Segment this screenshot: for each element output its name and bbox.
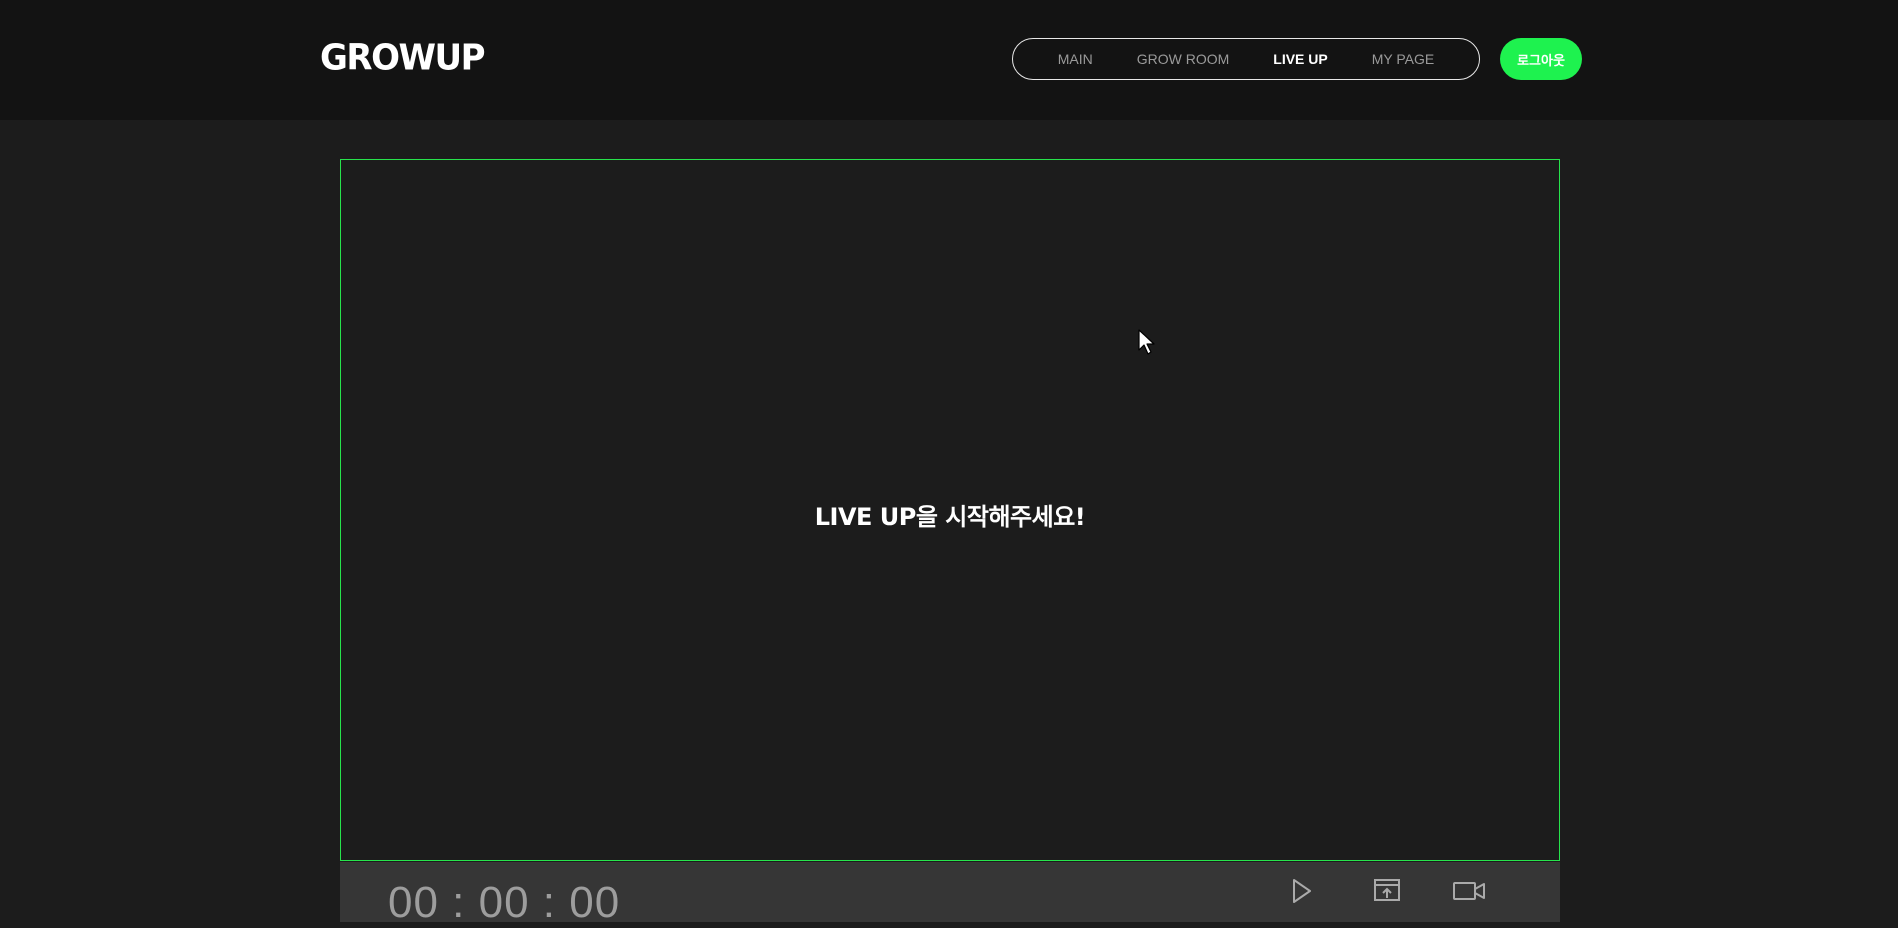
nav-item-my-page[interactable]: MY PAGE [1350, 51, 1457, 67]
timer-display: 00 : 00 : 00 [388, 878, 621, 927]
nav-item-live-up[interactable]: LIVE UP [1251, 51, 1349, 67]
control-bar: 00 : 00 : 00 [340, 862, 1560, 927]
header: GROWUP MAIN GROW ROOM LIVE UP MY PAGE 로그… [0, 0, 1898, 120]
logout-button[interactable]: 로그아웃 [1500, 38, 1582, 80]
nav-item-main[interactable]: MAIN [1036, 51, 1115, 67]
logo[interactable]: GROWUP [320, 37, 486, 79]
nav-item-grow-room[interactable]: GROW ROOM [1115, 51, 1252, 67]
play-icon[interactable] [1285, 876, 1319, 906]
stage-message: LIVE UP을 시작해주세요! [814, 502, 1086, 531]
camera-icon[interactable] [1452, 876, 1486, 906]
live-stage: LIVE UP을 시작해주세요! [340, 159, 1560, 861]
screen-share-icon[interactable] [1370, 876, 1404, 906]
main-nav: MAIN GROW ROOM LIVE UP MY PAGE [1012, 38, 1480, 80]
